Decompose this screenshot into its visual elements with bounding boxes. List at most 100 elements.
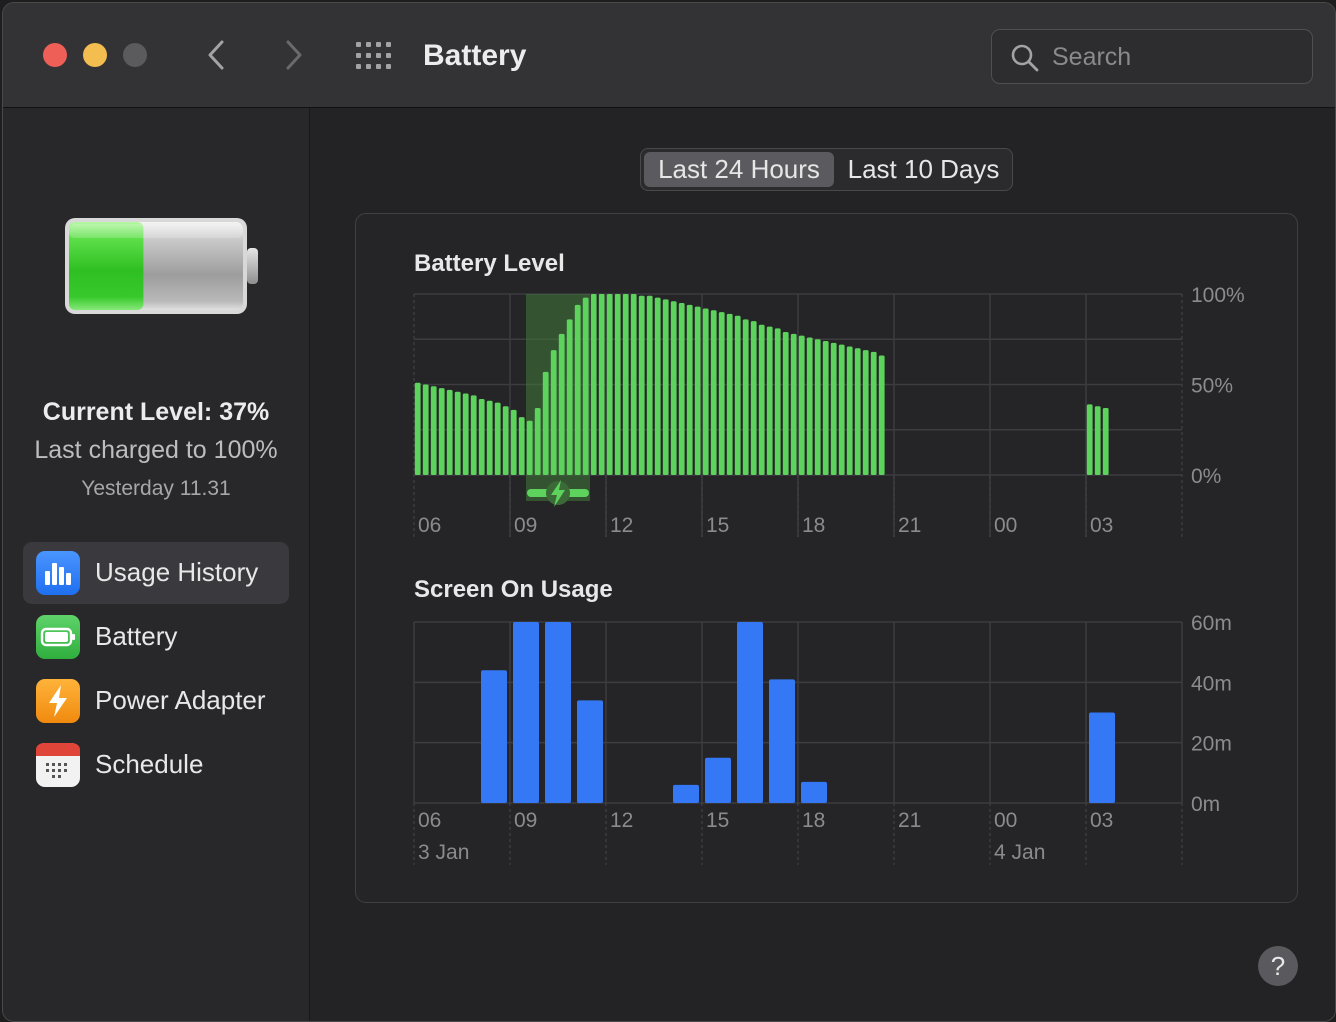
current-level-label: Current Level: 37% — [42, 398, 270, 426]
charts-panel: Battery Level 100% 50% 0% 06 09 12 15 18 21 00 03 … — [355, 213, 1298, 903]
battery-level-bar — [710, 310, 717, 475]
sidebar-item-schedule[interactable]: Schedule — [23, 734, 289, 796]
y-tick-label: 40m — [1191, 672, 1232, 695]
battery-level-bar — [470, 395, 477, 475]
sidebar-item-label: Schedule — [95, 749, 204, 779]
title-bar: Battery Search — [3, 3, 1335, 108]
battery-level-bar — [854, 348, 861, 475]
sidebar-item-power-adapter[interactable]: Power Adapter — [23, 670, 289, 732]
y-tick-label: 20m — [1191, 733, 1232, 756]
battery-level-bar — [566, 319, 573, 475]
battery-level-bar — [630, 294, 637, 475]
battery-level-bar — [686, 304, 693, 475]
battery-level-bar — [718, 312, 725, 475]
battery-level-bar — [526, 420, 533, 475]
battery-level-bar — [582, 297, 589, 475]
screen-usage-bar — [737, 622, 763, 803]
battery-level-bar — [678, 303, 685, 475]
battery-level-bar — [870, 351, 877, 475]
maximize-window-button[interactable] — [123, 43, 147, 67]
battery-level-bar — [598, 294, 605, 475]
battery-level-bar — [766, 326, 773, 475]
chevron-left-icon[interactable] — [201, 38, 235, 72]
battery-level-bar — [726, 313, 733, 475]
battery-level-bar — [422, 384, 429, 475]
battery-level-bar — [414, 382, 421, 475]
battery-level-bar — [846, 346, 853, 475]
search-field[interactable]: Search — [991, 29, 1313, 84]
battery-level-bar — [646, 295, 653, 475]
screen-usage-bar — [673, 784, 699, 803]
battery-level-bar — [494, 402, 501, 475]
close-window-button[interactable] — [43, 43, 67, 67]
screen-usage-bar — [801, 781, 827, 803]
x-tick-label: 18 — [802, 809, 825, 832]
y-tick-label: 60m — [1191, 612, 1232, 635]
battery-preferences-window: Battery Search Current Level: 37% Last c… — [2, 2, 1336, 1022]
battery-level-bar — [558, 333, 565, 475]
x-tick-label: 18 — [802, 514, 825, 537]
x-tick-label: 15 — [706, 809, 729, 832]
x-tick-label: 09 — [514, 809, 537, 832]
battery-level-bar — [734, 315, 741, 475]
battery-level-bar — [838, 344, 845, 475]
x-tick-label: 03 — [1090, 514, 1113, 537]
sidebar-item-label: Power Adapter — [95, 685, 266, 715]
sidebar-item-label: Usage History — [95, 557, 259, 587]
battery-level-bar — [1094, 406, 1101, 475]
battery-level-bar — [638, 295, 645, 475]
battery-level-bar — [878, 355, 885, 475]
battery-level-bar — [814, 339, 821, 475]
battery-level-bar — [590, 294, 597, 475]
battery-level-bar — [550, 350, 557, 475]
sidebar-item-label: Battery — [95, 621, 178, 651]
battery-level-bar — [510, 409, 517, 475]
power-adapter-icon — [36, 679, 80, 723]
battery-level-bar — [670, 301, 677, 475]
battery-level-bar — [486, 400, 493, 475]
y-tick-label: 100% — [1191, 284, 1245, 307]
battery-level-bar — [654, 297, 661, 475]
battery-level-bar — [542, 371, 549, 475]
screen-usage-bar — [513, 622, 539, 803]
last-charged-label: Last charged to 100% — [34, 436, 278, 464]
sidebar-item-battery[interactable]: Battery — [23, 606, 289, 668]
battery-level-bar — [454, 391, 461, 475]
tab-last-24-hours[interactable]: Last 24 Hours — [644, 152, 834, 187]
grid-icon[interactable] — [355, 39, 391, 73]
sidebar: Current Level: 37% Last charged to 100% … — [3, 108, 310, 1021]
battery-level-bar — [446, 389, 453, 475]
battery-level-bar — [478, 398, 485, 475]
screen-usage-bar — [769, 679, 795, 803]
y-tick-label: 50% — [1191, 375, 1233, 398]
screen-usage-bar — [481, 670, 507, 803]
battery-level-bar — [694, 306, 701, 475]
battery-level-bar — [822, 341, 829, 475]
tab-last-10-days[interactable]: Last 10 Days — [836, 152, 1011, 187]
x-tick-label: 00 — [994, 514, 1017, 537]
search-placeholder[interactable]: Search — [1052, 43, 1131, 72]
battery-level-bar — [862, 350, 869, 475]
main-content: Last 24 Hours Last 10 Days Battery Level… — [310, 108, 1335, 1021]
battery-level-bar — [774, 328, 781, 475]
help-button[interactable]: ? — [1258, 946, 1298, 986]
battery-level-chart: 100% 50% 0% 06 09 12 15 18 21 00 03 — [413, 284, 1245, 537]
y-tick-label: 0% — [1191, 465, 1221, 488]
screen-usage-bar — [577, 700, 603, 803]
sidebar-item-usage-history[interactable]: Usage History — [23, 542, 289, 604]
screen-usage-bar — [705, 757, 731, 803]
battery-level-bar — [790, 333, 797, 475]
x-tick-label: 06 — [418, 809, 441, 832]
battery-level-bar — [518, 417, 525, 475]
x-tick-label: 09 — [514, 514, 537, 537]
minimize-window-button[interactable] — [83, 43, 107, 67]
x-tick-label: 00 — [994, 809, 1017, 832]
x-tick-label: 12 — [610, 514, 633, 537]
battery-level-title: Battery Level — [414, 250, 565, 277]
x-tick-label: 03 — [1090, 809, 1113, 832]
date-label: 3 Jan — [418, 841, 469, 864]
battery-icon — [36, 615, 80, 659]
x-tick-label: 06 — [418, 514, 441, 537]
battery-level-bar — [534, 408, 541, 475]
chevron-right-icon[interactable] — [275, 38, 309, 72]
